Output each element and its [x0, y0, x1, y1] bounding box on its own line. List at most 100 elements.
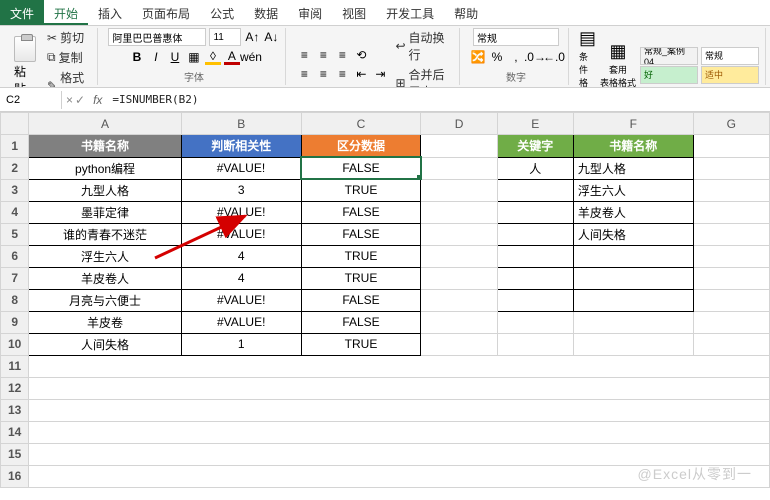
cell-B8[interactable]: #VALUE! [181, 289, 301, 311]
cell-C8[interactable]: FALSE [301, 289, 421, 311]
merge-center-button[interactable]: ⊞合并后居中 [392, 65, 453, 88]
cell-C5[interactable]: FALSE [301, 223, 421, 245]
cell-E9[interactable] [497, 311, 573, 333]
cell-E7[interactable] [497, 267, 573, 289]
row-8[interactable]: 8 [1, 289, 29, 311]
cell-G1[interactable] [693, 135, 769, 158]
select-all-corner[interactable] [1, 113, 29, 135]
cell-G3[interactable] [693, 179, 769, 201]
row-10[interactable]: 10 [1, 333, 29, 355]
border-button[interactable]: ▦ [186, 49, 202, 65]
paste-button[interactable]: 粘贴 [10, 34, 40, 89]
cell-F7[interactable] [573, 267, 693, 289]
font-color-button[interactable]: A [224, 49, 240, 65]
tab-view[interactable]: 视图 [332, 0, 376, 25]
cell-A2[interactable]: python编程 [29, 157, 181, 179]
font-select[interactable]: 阿里巴巴普惠体 [108, 28, 206, 46]
cell-B10[interactable]: 1 [181, 333, 301, 355]
cell-A9[interactable]: 羊皮卷 [29, 311, 181, 333]
formula-cancel-icon[interactable]: × [66, 93, 73, 107]
row-9[interactable]: 9 [1, 311, 29, 333]
cell-A8[interactable]: 月亮与六便士 [29, 289, 181, 311]
cell-G8[interactable] [693, 289, 769, 311]
dec-decimal-icon[interactable]: ←.0 [546, 49, 562, 65]
cell-B1[interactable]: 判断相关性 [181, 135, 301, 158]
tab-review[interactable]: 审阅 [288, 0, 332, 25]
cell-D1[interactable] [421, 135, 497, 158]
cell-B2[interactable]: #VALUE! [181, 157, 301, 179]
phonetic-button[interactable]: wén [243, 49, 259, 65]
cell-B7[interactable]: 4 [181, 267, 301, 289]
cell-D3[interactable] [421, 179, 497, 201]
col-A[interactable]: A [29, 113, 181, 135]
row-2[interactable]: 2 [1, 157, 29, 179]
cell-E5[interactable] [497, 223, 573, 245]
col-B[interactable]: B [181, 113, 301, 135]
format-painter-button[interactable]: ✎格式刷 [44, 68, 91, 88]
cell-D8[interactable] [421, 289, 497, 311]
cell-row15[interactable] [29, 443, 770, 465]
row-1[interactable]: 1 [1, 135, 29, 158]
tab-layout[interactable]: 页面布局 [132, 0, 200, 25]
cell-D2[interactable] [421, 157, 497, 179]
cell-A7[interactable]: 羊皮卷人 [29, 267, 181, 289]
row-4[interactable]: 4 [1, 201, 29, 223]
comma-icon[interactable]: , [508, 49, 524, 65]
cell-G9[interactable] [693, 311, 769, 333]
tab-file[interactable]: 文件 [0, 0, 44, 25]
cell-D7[interactable] [421, 267, 497, 289]
col-C[interactable]: C [301, 113, 421, 135]
align-middle-icon[interactable]: ≡ [315, 47, 331, 63]
cell-A3[interactable]: 九型人格 [29, 179, 181, 201]
style-normal[interactable]: 常规 [701, 47, 759, 65]
tab-data[interactable]: 数据 [244, 0, 288, 25]
formula-enter-icon[interactable]: ✓ [75, 93, 85, 107]
cell-A10[interactable]: 人间失格 [29, 333, 181, 355]
indent-right-icon[interactable]: ⇥ [372, 66, 388, 82]
row-5[interactable]: 5 [1, 223, 29, 245]
row-14[interactable]: 14 [1, 421, 29, 443]
col-F[interactable]: F [573, 113, 693, 135]
tab-home[interactable]: 开始 [44, 0, 88, 25]
cell-A5[interactable]: 谁的青春不迷茫 [29, 223, 181, 245]
tab-formula[interactable]: 公式 [200, 0, 244, 25]
cell-row14[interactable] [29, 421, 770, 443]
cell-C3[interactable]: TRUE [301, 179, 421, 201]
cell-row13[interactable] [29, 399, 770, 421]
cell-E2[interactable]: 人 [497, 157, 573, 179]
cell-C7[interactable]: TRUE [301, 267, 421, 289]
cell-B4[interactable]: #VALUE! [181, 201, 301, 223]
bold-button[interactable]: B [129, 49, 145, 65]
cell-G6[interactable] [693, 245, 769, 267]
copy-button[interactable]: ⧉复制 [44, 48, 91, 67]
align-bottom-icon[interactable]: ≡ [334, 47, 350, 63]
tab-dev[interactable]: 开发工具 [376, 0, 444, 25]
row-13[interactable]: 13 [1, 399, 29, 421]
cell-C10[interactable]: TRUE [301, 333, 421, 355]
cell-D9[interactable] [421, 311, 497, 333]
cell-G10[interactable] [693, 333, 769, 355]
cell-C1[interactable]: 区分数据 [301, 135, 421, 158]
cell-F3[interactable]: 浮生六人 [573, 179, 693, 201]
cell-D10[interactable] [421, 333, 497, 355]
cell-B3[interactable]: 3 [181, 179, 301, 201]
formula-input[interactable]: =ISNUMBER(B2) [106, 90, 770, 109]
cell-G5[interactable] [693, 223, 769, 245]
row-15[interactable]: 15 [1, 443, 29, 465]
shrink-font-icon[interactable]: A↓ [263, 29, 279, 45]
currency-icon[interactable]: 🔀 [470, 49, 486, 65]
cell-F1[interactable]: 书籍名称 [573, 135, 693, 158]
align-right-icon[interactable]: ≡ [334, 66, 350, 82]
row-11[interactable]: 11 [1, 355, 29, 377]
cell-B5[interactable]: #VALUE! [181, 223, 301, 245]
italic-button[interactable]: I [148, 49, 164, 65]
cell-A6[interactable]: 浮生六人 [29, 245, 181, 267]
cell-C2[interactable]: FALSE [301, 157, 421, 179]
cell-F2[interactable]: 九型人格 [573, 157, 693, 179]
cond-format-icon[interactable]: ▤ [579, 28, 596, 49]
cell-E6[interactable] [497, 245, 573, 267]
name-box[interactable]: C2 [0, 91, 62, 109]
align-left-icon[interactable]: ≡ [296, 66, 312, 82]
fill-color-button[interactable]: ◊ [205, 49, 221, 65]
cell-G4[interactable] [693, 201, 769, 223]
